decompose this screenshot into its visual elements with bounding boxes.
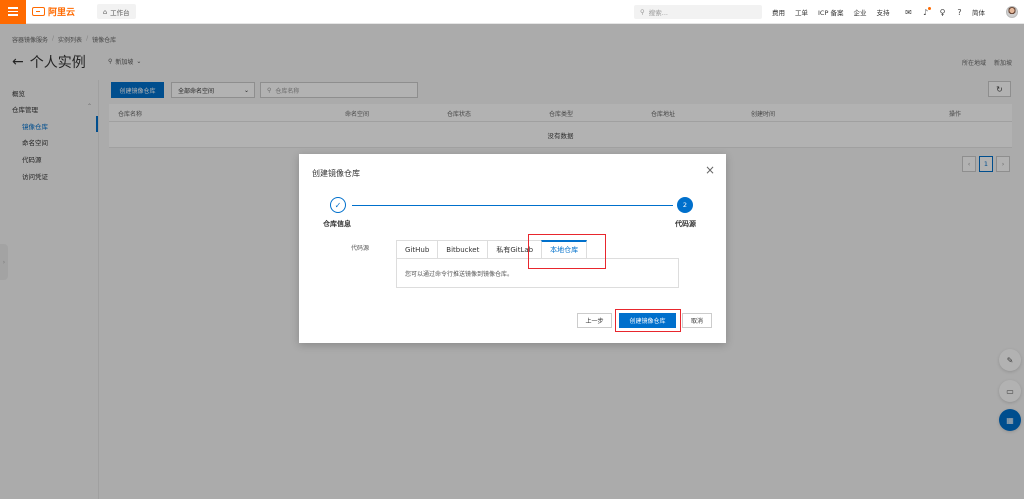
language-switch[interactable]: 简体 xyxy=(972,7,985,17)
step-2-indicator: 2 xyxy=(677,197,693,213)
menu-icon[interactable] xyxy=(0,0,26,24)
bell-icon[interactable]: ♪ xyxy=(921,6,931,17)
top-link-tickets[interactable]: 工单 xyxy=(795,7,808,17)
message-icon[interactable]: ✉ xyxy=(904,8,913,17)
global-search-placeholder: 搜索... xyxy=(648,9,668,17)
step-1-check-icon: ✓ xyxy=(330,197,346,213)
create-repo-dialog: 创建镜像仓库 × ✓ 2 仓库信息 代码源 代码源 GitHub Bitbuck… xyxy=(299,154,726,343)
avatar[interactable] xyxy=(1006,6,1018,18)
previous-step-button[interactable]: 上一步 xyxy=(577,313,612,328)
aliyun-logo-icon xyxy=(32,7,45,16)
global-search-input[interactable]: ⚲ 搜索... xyxy=(634,5,762,19)
step-progress-line xyxy=(352,205,673,206)
workbench-button[interactable]: ⌂ 工作台 xyxy=(97,4,136,19)
top-link-icp[interactable]: ICP 备案 xyxy=(818,7,843,17)
top-links: 费用 工单 ICP 备案 企业 支持 xyxy=(772,0,889,24)
close-icon[interactable]: × xyxy=(705,163,715,177)
step-1-label: 仓库信息 xyxy=(323,220,351,228)
dialog-title: 创建镜像仓库 xyxy=(312,169,360,178)
lightbulb-icon[interactable]: ♀ xyxy=(938,8,947,17)
top-icons: ✉ ♪ ♀ ? 简体 xyxy=(904,0,985,24)
top-link-support[interactable]: 支持 xyxy=(876,7,889,17)
home-icon: ⌂ xyxy=(103,7,108,16)
highlight-box-local-tab xyxy=(528,234,606,269)
create-repo-confirm-button[interactable]: 创建镜像仓库 xyxy=(619,313,676,328)
search-icon: ⚲ xyxy=(640,8,645,16)
top-link-fees[interactable]: 费用 xyxy=(772,7,785,17)
help-icon[interactable]: ? xyxy=(955,8,964,17)
tab-bitbucket[interactable]: Bitbucket xyxy=(437,240,488,259)
brand-logo[interactable]: 阿里云 xyxy=(32,5,75,18)
workbench-label: 工作台 xyxy=(110,8,130,17)
top-link-enterprise[interactable]: 企业 xyxy=(853,7,866,17)
cancel-button[interactable]: 取消 xyxy=(682,313,712,328)
step-2-label: 代码源 xyxy=(675,220,696,228)
tab-github[interactable]: GitHub xyxy=(396,240,438,259)
brand-name: 阿里云 xyxy=(48,8,76,18)
code-source-label: 代码源 xyxy=(351,245,370,252)
